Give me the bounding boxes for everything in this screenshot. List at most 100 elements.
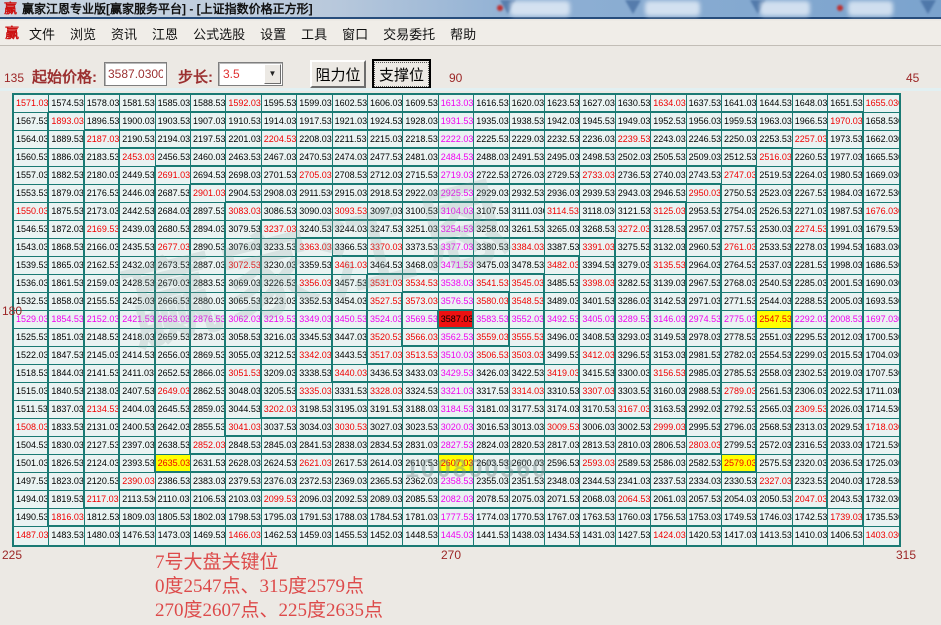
grid-cell: 2862.530 — [191, 383, 226, 401]
grid-cell: 2369.030 — [333, 473, 368, 491]
titlebar-decoration — [510, 1, 570, 16]
grid-cell: 3198.530 — [297, 401, 332, 419]
grid-cell: 3184.530 — [439, 401, 474, 419]
grid-cell: 3342.030 — [297, 347, 332, 365]
grid-cell: 3149.530 — [651, 329, 686, 347]
grid-cell: 3020.030 — [439, 419, 474, 437]
grid-cell: 3251.030 — [403, 221, 438, 239]
grid-cell: 2999.030 — [651, 419, 686, 437]
grid-cell: 3156.530 — [651, 365, 686, 383]
support-button[interactable]: 支撑位 — [373, 60, 430, 88]
grid-cell: 2288.530 — [793, 293, 828, 311]
grid-cell: 3135.530 — [651, 257, 686, 275]
start-price-input[interactable] — [104, 62, 167, 86]
menu-item-news[interactable]: 资讯 — [111, 24, 137, 43]
grid-cell: 2621.030 — [297, 455, 332, 473]
grid-cell: 1938.530 — [510, 113, 545, 131]
grid-cell: 2071.530 — [545, 491, 580, 509]
angle-label-135: 135 — [4, 71, 24, 85]
grid-cell: 3531.030 — [368, 275, 403, 293]
grid-cell: 3293.030 — [616, 329, 651, 347]
grid-cell: 2211.530 — [333, 131, 368, 149]
grid-cell: 3282.530 — [616, 275, 651, 293]
grid-cell: 2600.030 — [510, 455, 545, 473]
grid-cell: 2869.530 — [191, 347, 226, 365]
grid-cell: 2145.030 — [85, 347, 120, 365]
grid-cell: 3300.030 — [616, 365, 651, 383]
grid-cell: 1480.030 — [85, 527, 120, 545]
grid-cell: 3534.530 — [403, 275, 438, 293]
grid-cell: 2502.030 — [616, 149, 651, 167]
grid-cell: 3408.530 — [580, 329, 615, 347]
grid-cell: 3580.030 — [474, 293, 509, 311]
grid-cell: 3079.530 — [226, 221, 261, 239]
grid-cell: 3202.030 — [262, 401, 297, 419]
menu-item-settings[interactable]: 设置 — [260, 24, 286, 43]
grid-cell: 3205.530 — [262, 383, 297, 401]
menu-item-help[interactable]: 帮助 — [450, 24, 476, 43]
grid-cell: 2512.530 — [722, 149, 757, 167]
grid-cell: 1798.530 — [226, 509, 261, 527]
grid-cell: 2610.530 — [403, 455, 438, 473]
chevron-down-icon[interactable]: ▼ — [264, 64, 281, 84]
grid-cell: 3510.030 — [439, 347, 474, 365]
grid-cell: 2726.030 — [510, 167, 545, 185]
grid-cell: 2796.030 — [722, 419, 757, 437]
grid-cell: 3013.030 — [510, 419, 545, 437]
grid-cell: 3174.030 — [545, 401, 580, 419]
grid-cell: 2799.530 — [722, 437, 757, 455]
grid-cell: 3128.530 — [651, 221, 686, 239]
menu-item-tools[interactable]: 工具 — [301, 24, 327, 43]
menu-item-gann[interactable]: 江恩 — [152, 24, 178, 43]
grid-cell: 2523.030 — [757, 185, 792, 203]
grid-cell: 2232.530 — [545, 131, 580, 149]
grid-cell: 1718.030 — [864, 419, 899, 437]
grid-cell: 3506.530 — [474, 347, 509, 365]
grid-cell: 1417.030 — [722, 527, 757, 545]
grid-cell: 3286.030 — [616, 293, 651, 311]
grid-cell: 1483.530 — [49, 527, 84, 545]
app-logo-icon: 赢 — [4, 0, 17, 17]
grid-cell: 2701.530 — [262, 167, 297, 185]
grid-cell: 3195.030 — [333, 401, 368, 419]
grid-cell: 1805.530 — [156, 509, 191, 527]
grid-cell: 1756.530 — [651, 509, 686, 527]
grid-cell: 2712.030 — [368, 167, 403, 185]
grid-cell: 2407.530 — [120, 383, 155, 401]
grid-cell: 3177.530 — [510, 401, 545, 419]
grid-cell: 1497.530 — [14, 473, 49, 491]
grid-cell: 3461.030 — [333, 257, 368, 275]
menu-item-browse[interactable]: 浏览 — [70, 24, 96, 43]
grid-cell: 3016.530 — [474, 419, 509, 437]
grid-cell: 2043.530 — [828, 491, 863, 509]
grid-cell: 1732.030 — [864, 491, 899, 509]
menu-item-trade[interactable]: 交易委托 — [383, 24, 435, 43]
step-dropdown[interactable]: 3.5 ▼ — [218, 62, 283, 86]
resistance-button[interactable]: 阻力位 — [310, 60, 366, 88]
grid-cell: 2589.530 — [616, 455, 651, 473]
grid-cell: 1455.530 — [333, 527, 368, 545]
grid-cell: 2859.030 — [191, 401, 226, 419]
grid-cell: 2362.030 — [403, 473, 438, 491]
grid-cell: 3226.530 — [262, 275, 297, 293]
grid-cell: 2729.530 — [545, 167, 580, 185]
menu-item-file[interactable]: 文件 — [29, 24, 55, 43]
menu-item-formula-stock-pick[interactable]: 公式选股 — [193, 24, 245, 43]
grid-cell: 2148.530 — [85, 329, 120, 347]
grid-cell: 1637.530 — [687, 95, 722, 113]
menu-item-window[interactable]: 窗口 — [342, 24, 368, 43]
grid-cell: 1438.030 — [510, 527, 545, 545]
grid-cell: 1896.530 — [85, 113, 120, 131]
grid-cell: 1690.030 — [864, 275, 899, 293]
angle-label-315: 315 — [896, 548, 916, 562]
grid-cell: 2204.530 — [262, 131, 297, 149]
grid-cell: 2281.530 — [793, 257, 828, 275]
grid-cell: 1812.530 — [85, 509, 120, 527]
grid-cell: 2733.030 — [580, 167, 615, 185]
grid-cell: 2586.030 — [651, 455, 686, 473]
grid-cell: 3517.030 — [368, 347, 403, 365]
grid-cell: 2904.530 — [226, 185, 261, 203]
grid-cell: 2645.530 — [156, 401, 191, 419]
grid-cell: 3496.030 — [545, 329, 580, 347]
grid-cell: 1476.530 — [120, 527, 155, 545]
